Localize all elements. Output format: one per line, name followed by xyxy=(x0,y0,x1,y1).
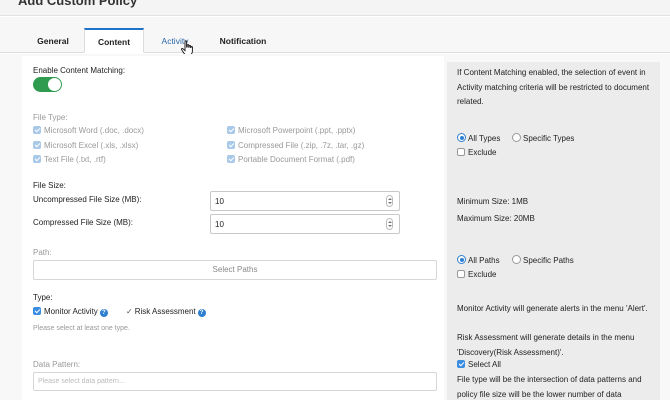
page-title: Add Custom Policy xyxy=(18,0,138,8)
radio-icon xyxy=(457,255,466,264)
exclude-types-checkbox[interactable]: Exclude xyxy=(457,148,496,157)
spinner-icon[interactable] xyxy=(386,195,393,207)
checkbox-icon xyxy=(33,126,41,134)
file-type-word[interactable]: Microsoft Word (.doc, .docx) xyxy=(33,126,144,135)
data-pattern-placeholder: Please select data pattern... xyxy=(38,378,125,385)
uncompressed-size-value: 10 xyxy=(215,197,224,206)
minimum-size-text: Minimum Size: 1MB xyxy=(457,197,529,206)
checkbox-icon xyxy=(457,148,465,156)
type-label: Type: xyxy=(33,293,53,302)
compressed-size-value: 10 xyxy=(215,220,224,229)
radio-icon xyxy=(512,255,521,264)
risk-assessment-checkbox[interactable]: ✓ Risk Assessment? xyxy=(126,307,206,317)
checkbox-icon xyxy=(227,155,235,163)
checkbox-icon xyxy=(33,155,41,163)
compressed-size-input[interactable]: 10 xyxy=(210,214,400,234)
specific-types-radio[interactable]: Specific Types xyxy=(512,133,574,143)
select-all-checkbox[interactable]: Select All xyxy=(457,360,501,369)
radio-icon xyxy=(457,133,466,142)
checkbox-icon xyxy=(457,270,465,278)
risk-assessment-note: Risk Assessment will generate details in… xyxy=(457,333,635,357)
radio-icon xyxy=(512,133,521,142)
specific-paths-radio[interactable]: Specific Paths xyxy=(512,255,574,265)
path-label: Path: xyxy=(33,248,52,257)
all-paths-radio[interactable]: All Paths xyxy=(457,255,500,265)
checkbox-icon xyxy=(33,307,41,315)
enable-content-matching-label: Enable Content Matching: xyxy=(33,66,126,75)
uncompressed-size-label: Uncompressed File Size (MB): xyxy=(33,195,142,204)
file-type-pdf[interactable]: Portable Document Format (.pdf) xyxy=(227,155,355,164)
page-header: Add Custom Policy xyxy=(0,0,670,16)
file-type-compressed[interactable]: Compressed File (.zip, .7z, .tar, .gz) xyxy=(227,141,364,150)
checkbox-icon xyxy=(457,360,465,368)
checkbox-icon xyxy=(227,126,235,134)
maximum-size-text: Maximum Size: 20MB xyxy=(457,214,535,223)
checkbox-icon xyxy=(33,141,41,149)
tab-general[interactable]: General xyxy=(22,29,84,53)
data-pattern-input[interactable]: Please select data pattern... xyxy=(33,372,437,391)
monitor-activity-note: Monitor Activity will generate alerts in… xyxy=(457,304,648,313)
tab-bar: General Content Activity Notification xyxy=(0,17,670,53)
file-type-text[interactable]: Text File (.txt, .rtf) xyxy=(33,155,106,164)
content-matching-help: If Content Matching enabled, the selecti… xyxy=(457,68,650,106)
toggle-knob xyxy=(48,78,61,91)
check-icon: ✓ xyxy=(126,307,133,316)
all-types-radio[interactable]: All Types xyxy=(457,133,500,143)
file-type-powerpoint[interactable]: Microsoft Powerpoint (.ppt, .pptx) xyxy=(227,126,355,135)
help-icon[interactable]: ? xyxy=(197,309,206,317)
file-type-label: File Type: xyxy=(33,113,68,122)
data-pattern-label: Data Pattern: xyxy=(33,360,81,369)
file-type-excel[interactable]: Microsoft Excel (.xls, .xlsx) xyxy=(33,141,138,150)
uncompressed-size-input[interactable]: 10 xyxy=(210,191,400,211)
type-hint: Please select at least one type. xyxy=(33,325,130,332)
content-matching-toggle[interactable] xyxy=(33,77,62,92)
select-paths-button[interactable]: Select Paths xyxy=(33,260,437,280)
checkbox-icon xyxy=(227,141,235,149)
compressed-size-label: Compressed File Size (MB): xyxy=(33,218,134,227)
monitor-activity-checkbox[interactable]: Monitor Activity? xyxy=(33,307,108,317)
tab-content[interactable]: Content xyxy=(84,28,144,53)
help-icon[interactable]: ? xyxy=(99,309,108,317)
exclude-paths-checkbox[interactable]: Exclude xyxy=(457,270,496,279)
tab-notification[interactable]: Notification xyxy=(210,29,276,53)
file-size-label: File Size: xyxy=(33,181,66,190)
spinner-icon[interactable] xyxy=(386,218,393,230)
intersection-note: File type will be the intersection of da… xyxy=(457,375,642,399)
